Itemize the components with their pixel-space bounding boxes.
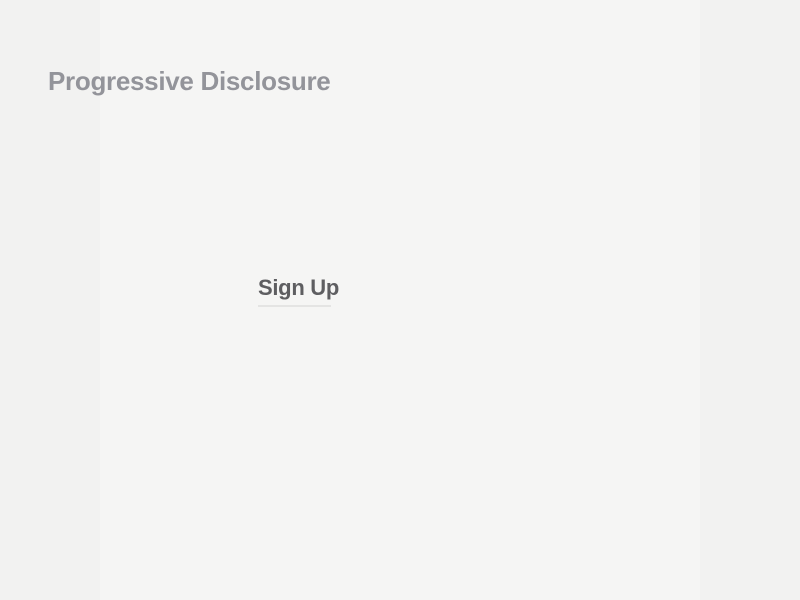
page-title: Progressive Disclosure: [48, 66, 330, 97]
input-underline[interactable]: [258, 305, 331, 307]
signup-heading: Sign Up: [258, 275, 339, 301]
